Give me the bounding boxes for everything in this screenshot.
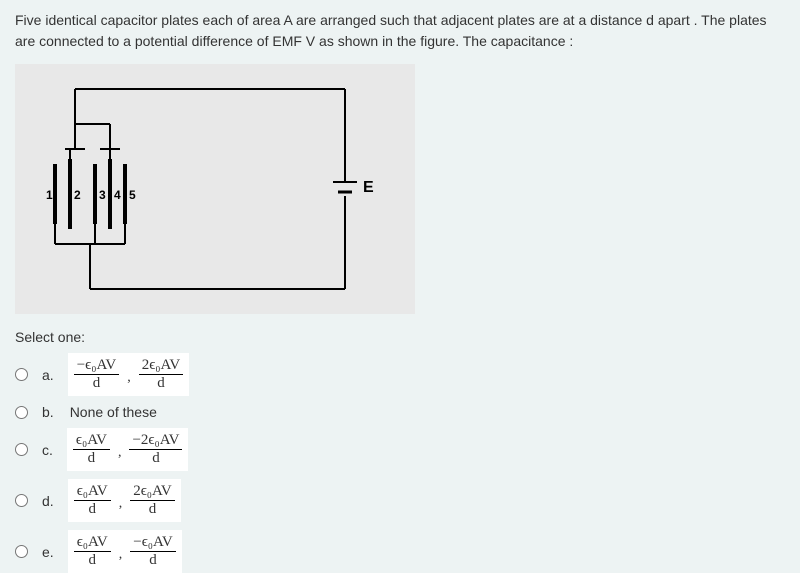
- option-a-letter: a.: [42, 367, 54, 383]
- option-c-formula: ϵ₀AV d , −2ϵ₀AV d: [67, 428, 189, 471]
- plate-label-3: 3: [99, 188, 106, 202]
- option-a-formula: −ϵ₀AV d , 2ϵ₀AV d: [68, 353, 190, 396]
- option-b-radio[interactable]: [15, 406, 28, 419]
- option-d-radio[interactable]: [15, 494, 28, 507]
- option-e-letter: e.: [42, 544, 54, 560]
- plate-label-1: 1: [46, 188, 53, 202]
- option-d-letter: d.: [42, 493, 54, 509]
- plate-label-2: 2: [74, 188, 81, 202]
- option-c-radio[interactable]: [15, 443, 28, 456]
- options-list: a. −ϵ₀AV d , 2ϵ₀AV d b. None of these c.…: [15, 353, 785, 573]
- plate-label-5: 5: [129, 188, 136, 202]
- option-e-radio[interactable]: [15, 545, 28, 558]
- option-b-text: None of these: [68, 404, 157, 420]
- plate-label-4: 4: [114, 188, 121, 202]
- option-b-letter: b.: [42, 404, 54, 420]
- emf-label: E: [363, 179, 374, 196]
- option-a[interactable]: a. −ϵ₀AV d , 2ϵ₀AV d: [15, 353, 785, 396]
- circuit-figure: 1 2 3 4 5 E: [15, 64, 415, 314]
- option-d[interactable]: d. ϵ₀AV d , 2ϵ₀AV d: [15, 479, 785, 522]
- option-c[interactable]: c. ϵ₀AV d , −2ϵ₀AV d: [15, 428, 785, 471]
- option-d-formula: ϵ₀AV d , 2ϵ₀AV d: [68, 479, 181, 522]
- select-one-label: Select one:: [15, 329, 785, 345]
- option-e-formula: ϵ₀AV d , −ϵ₀AV d: [68, 530, 182, 573]
- question-text: Five identical capacitor plates each of …: [15, 10, 785, 52]
- option-c-letter: c.: [42, 442, 53, 458]
- option-b[interactable]: b. None of these: [15, 404, 785, 420]
- option-a-radio[interactable]: [15, 368, 28, 381]
- option-e[interactable]: e. ϵ₀AV d , −ϵ₀AV d: [15, 530, 785, 573]
